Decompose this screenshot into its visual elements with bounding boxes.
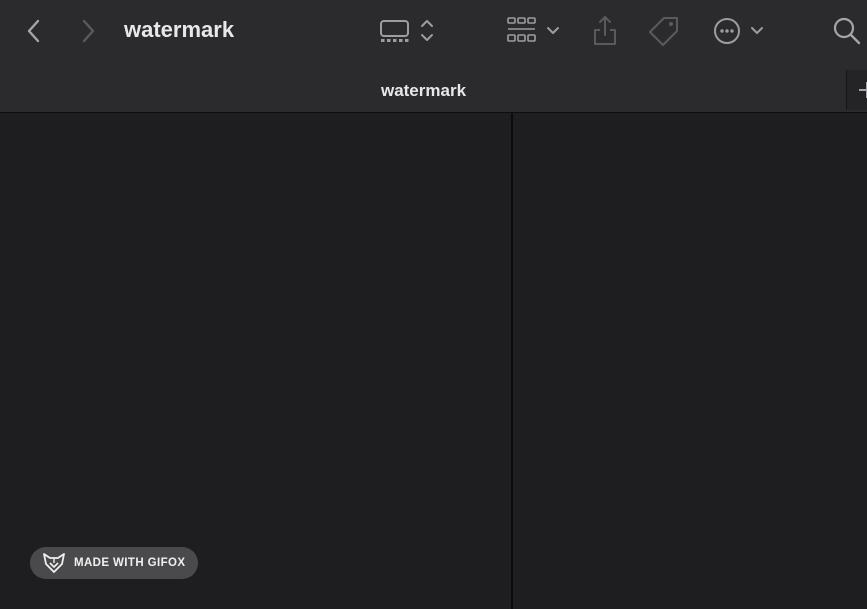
tab-bar: watermark <box>0 62 867 113</box>
search-icon[interactable] <box>832 16 862 46</box>
new-tab-button[interactable] <box>846 70 867 110</box>
gifox-watermark-badge: MADE WITH GIFOX <box>30 547 198 579</box>
plus-icon <box>859 82 867 98</box>
finder-window: watermark watermark MADE WITH GIFOX <box>0 0 867 609</box>
group-button[interactable] <box>506 16 564 46</box>
chevron-left-icon[interactable] <box>24 18 44 44</box>
badge-label: MADE WITH GIFOX <box>74 557 186 569</box>
file-browser-content[interactable] <box>0 113 867 609</box>
fox-logo-icon <box>43 553 65 573</box>
tag-icon[interactable] <box>648 15 680 47</box>
tab-watermark[interactable]: watermark <box>0 81 847 101</box>
ellipsis-circle-icon <box>714 18 763 44</box>
view-mode-button[interactable] <box>378 16 438 46</box>
toolbar: watermark <box>0 0 867 62</box>
chevron-right-icon[interactable] <box>78 18 98 44</box>
window-title: watermark <box>124 17 235 42</box>
column-divider[interactable] <box>511 113 513 609</box>
grid-group-icon <box>507 17 559 42</box>
more-actions-button[interactable] <box>712 16 768 46</box>
share-icon[interactable] <box>592 14 618 46</box>
gallery-view-icon <box>380 20 433 42</box>
